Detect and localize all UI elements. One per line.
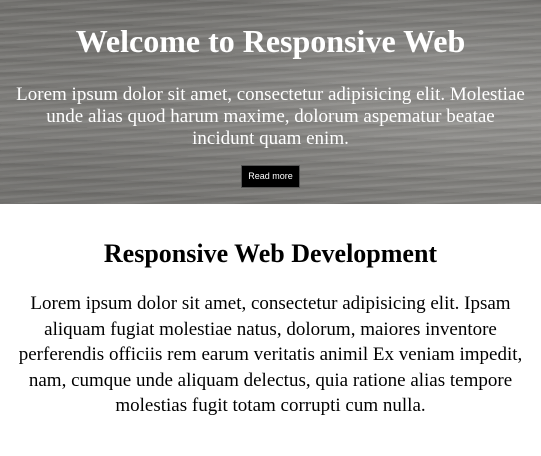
- read-more-button[interactable]: Read more: [241, 165, 300, 188]
- main-content: Responsive Web Development Lorem ipsum d…: [0, 204, 541, 419]
- hero-description: Lorem ipsum dolor sit amet, consectetur …: [16, 84, 525, 149]
- hero-banner: Welcome to Responsive Web Lorem ipsum do…: [0, 0, 541, 204]
- section-paragraph: Lorem ipsum dolor sit amet, consectetur …: [18, 293, 523, 416]
- section-title: Responsive Web Development: [103, 239, 438, 268]
- hero-title: Welcome to Responsive Web: [75, 23, 466, 59]
